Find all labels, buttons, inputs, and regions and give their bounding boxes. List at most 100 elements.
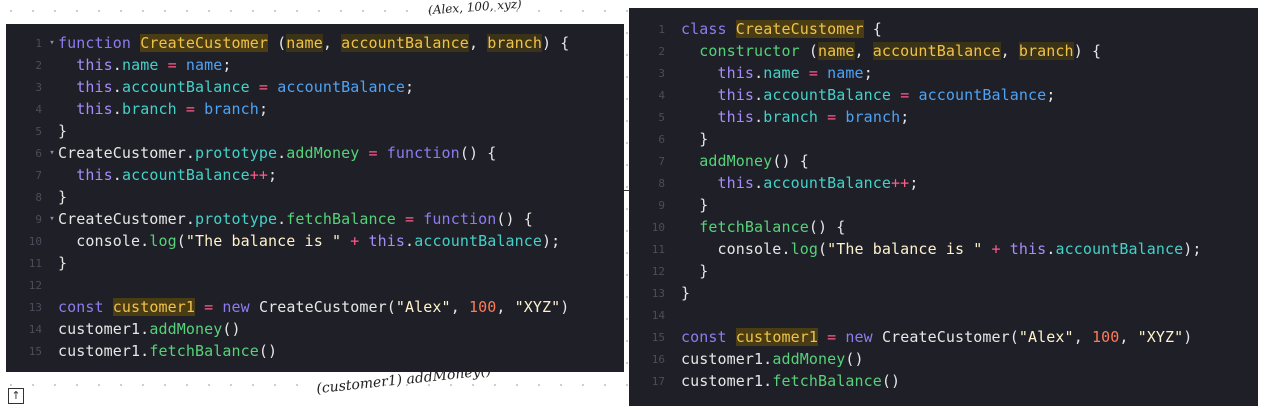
- code-token: }: [681, 262, 709, 280]
- code-text[interactable]: this.name = name;: [58, 56, 232, 74]
- code-token: const: [58, 298, 113, 316]
- code-text[interactable]: this.branch = branch;: [58, 100, 268, 118]
- code-token: this: [76, 166, 113, 184]
- code-line[interactable]: 6 }: [629, 128, 1258, 150]
- code-token: ): [1183, 328, 1193, 346]
- code-text[interactable]: this.name = name;: [681, 64, 873, 82]
- code-line[interactable]: 6 ▾ CreateCustomer.prototype.addMoney = fu…: [6, 142, 624, 164]
- code-token: class: [681, 20, 736, 38]
- code-token: ,: [1073, 328, 1092, 346]
- code-token: this: [717, 108, 755, 126]
- code-token: this: [76, 100, 113, 118]
- code-text[interactable]: }: [681, 284, 690, 302]
- code-token: accountBalance: [341, 34, 469, 52]
- code-line[interactable]: 10 fetchBalance() {: [629, 216, 1258, 238]
- code-line[interactable]: 10 console.log("The balance is " + this.…: [6, 230, 624, 252]
- code-token: =: [185, 100, 196, 118]
- code-token: branch: [1018, 42, 1074, 60]
- code-token: =: [827, 108, 837, 126]
- code-token: ,: [1000, 42, 1019, 60]
- code-line[interactable]: 8 this.accountBalance++;: [629, 172, 1258, 194]
- code-line[interactable]: 1 ▾ function CreateCustomer (name, account…: [6, 32, 624, 54]
- code-line[interactable]: 5 this.branch = branch;: [629, 106, 1258, 128]
- code-text[interactable]: constructor (name, accountBalance, branc…: [681, 42, 1101, 60]
- code-line[interactable]: 7 addMoney() {: [629, 150, 1258, 172]
- code-line[interactable]: 7 this.accountBalance++;: [6, 164, 624, 186]
- code-text[interactable]: this.accountBalance++;: [58, 166, 277, 184]
- fold-chevron-icon[interactable]: ▾: [46, 148, 58, 158]
- line-number: 16: [651, 352, 665, 366]
- code-token: this: [76, 78, 113, 96]
- code-text[interactable]: customer1.fetchBalance(): [681, 372, 900, 390]
- code-text[interactable]: }: [681, 262, 708, 280]
- code-text[interactable]: CreateCustomer.prototype.addMoney = func…: [58, 144, 496, 162]
- code-token: ;: [863, 64, 873, 82]
- code-line[interactable]: 2 constructor (name, accountBalance, bra…: [629, 40, 1258, 62]
- export-icon[interactable]: ↑: [8, 388, 24, 404]
- code-text[interactable]: customer1.fetchBalance(): [58, 342, 277, 360]
- code-text[interactable]: customer1.addMoney(): [681, 350, 864, 368]
- code-text[interactable]: this.branch = branch;: [681, 108, 910, 126]
- code-token: "XYZ": [1137, 328, 1184, 346]
- code-line[interactable]: 11}: [6, 252, 624, 274]
- code-token: .: [112, 78, 122, 96]
- code-text[interactable]: }: [681, 196, 708, 214]
- code-line[interactable]: 4 this.accountBalance = accountBalance;: [629, 84, 1258, 106]
- code-line[interactable]: 15 customer1.fetchBalance(): [6, 340, 624, 362]
- code-line[interactable]: 17 customer1.fetchBalance(): [629, 370, 1258, 392]
- code-line[interactable]: 15 const customer1 = new CreateCustomer("…: [629, 326, 1258, 348]
- code-text[interactable]: const customer1 = new CreateCustomer("Al…: [681, 328, 1192, 346]
- code-line[interactable]: 9 ▾ CreateCustomer.prototype.fetchBalance …: [6, 208, 624, 230]
- code-text[interactable]: addMoney() {: [681, 152, 809, 170]
- code-line[interactable]: 14 customer1.addMoney(): [6, 318, 624, 340]
- code-text[interactable]: function CreateCustomer (name, accountBa…: [58, 34, 569, 52]
- code-text[interactable]: console.log("The balance is " + this.acc…: [58, 232, 560, 250]
- code-line[interactable]: 14: [629, 304, 1258, 326]
- fold-chevron-icon[interactable]: ▾: [46, 38, 58, 48]
- code-line[interactable]: 1 class CreateCustomer {: [629, 18, 1258, 40]
- code-token: constructor: [699, 42, 800, 60]
- code-text[interactable]: }: [58, 188, 67, 206]
- code-line[interactable]: 3 this.name = name;: [629, 62, 1258, 84]
- code-token: (): [222, 320, 241, 338]
- code-line[interactable]: 12 }: [629, 260, 1258, 282]
- code-text[interactable]: this.accountBalance = accountBalance;: [681, 86, 1056, 104]
- code-line[interactable]: 12: [6, 274, 624, 296]
- code-line[interactable]: 5}: [6, 120, 624, 142]
- code-line[interactable]: 9 }: [629, 194, 1258, 216]
- code-text[interactable]: customer1.addMoney(): [58, 320, 241, 338]
- code-line[interactable]: 11 console.log("The balance is " + this.…: [629, 238, 1258, 260]
- code-text[interactable]: }: [681, 130, 708, 148]
- prototype-code-editor[interactable]: 1 ▾ function CreateCustomer (name, account…: [6, 24, 624, 372]
- code-text[interactable]: console.log("The balance is " + this.acc…: [681, 240, 1202, 258]
- code-line[interactable]: 13 const customer1 = new CreateCustomer("…: [6, 296, 624, 318]
- line-number: 8: [658, 176, 665, 190]
- code-line[interactable]: 13}: [629, 282, 1258, 304]
- code-token: 100: [468, 298, 497, 316]
- code-line[interactable]: 16 customer1.addMoney(): [629, 348, 1258, 370]
- code-text[interactable]: this.accountBalance++;: [681, 174, 919, 192]
- code-text[interactable]: class CreateCustomer {: [681, 20, 882, 38]
- code-token: }: [58, 122, 68, 140]
- class-code-editor[interactable]: 1 class CreateCustomer {2 constructor (na…: [629, 8, 1258, 406]
- code-text[interactable]: }: [58, 254, 67, 272]
- code-text[interactable]: CreateCustomer.prototype.fetchBalance = …: [58, 210, 533, 228]
- code-text[interactable]: }: [58, 122, 67, 140]
- code-line[interactable]: 2 this.name = name;: [6, 54, 624, 76]
- code-line[interactable]: 8}: [6, 186, 624, 208]
- line-number: 6: [658, 132, 665, 146]
- code-line[interactable]: 3 this.accountBalance = accountBalance;: [6, 76, 624, 98]
- fold-chevron-icon[interactable]: ▾: [46, 214, 58, 224]
- code-token: =: [167, 56, 177, 74]
- code-line[interactable]: 4 this.branch = branch;: [6, 98, 624, 120]
- code-token: this: [368, 232, 406, 250]
- code-text[interactable]: this.accountBalance = accountBalance;: [58, 78, 414, 96]
- code-text[interactable]: const customer1 = new CreateCustomer("Al…: [58, 298, 569, 316]
- code-token: "Alex": [1018, 328, 1074, 346]
- code-text[interactable]: fetchBalance() {: [681, 218, 845, 236]
